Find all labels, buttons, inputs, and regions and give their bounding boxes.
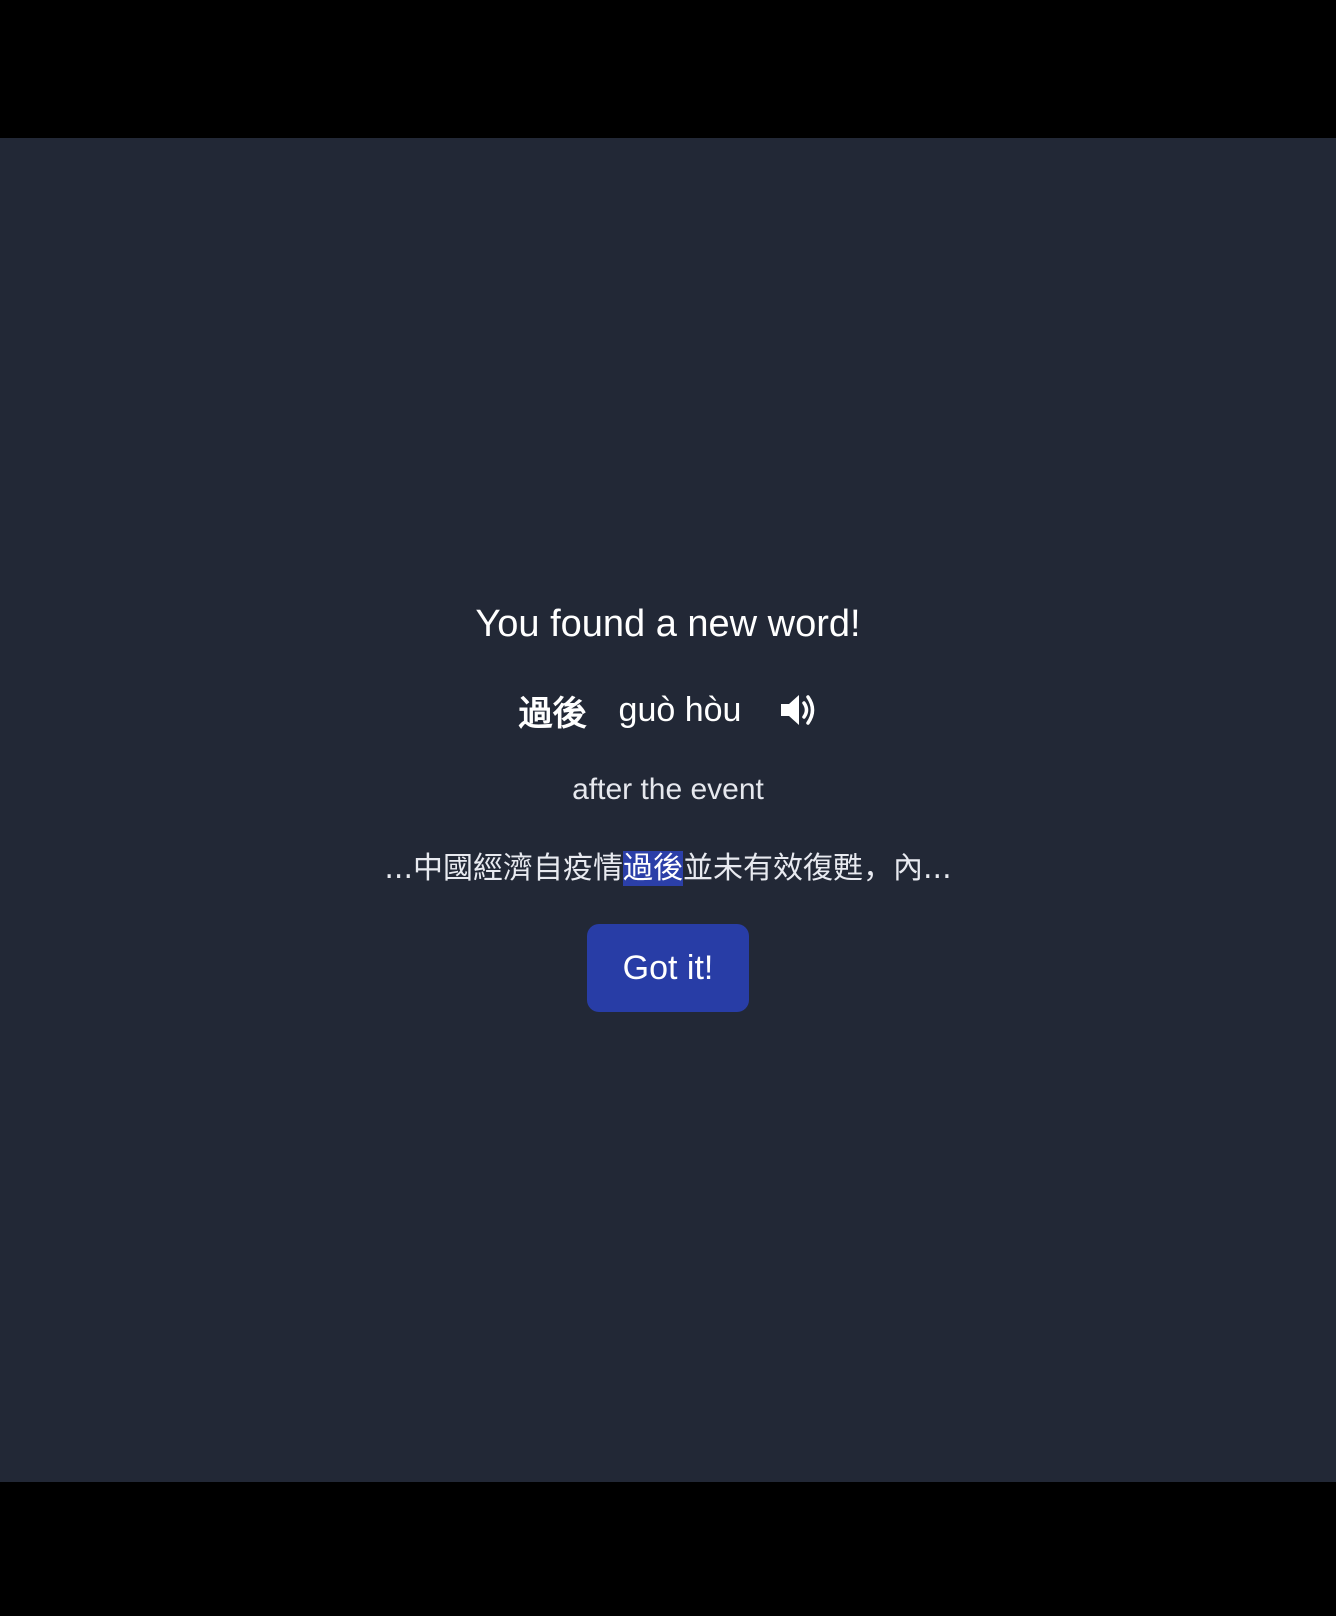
example-highlight: 過後 (623, 851, 683, 886)
example-before: ...中國經濟自疫情 (384, 851, 623, 886)
got-it-button[interactable]: Got it! (587, 924, 749, 1012)
word-hanzi: 過後 (518, 693, 587, 734)
word-meaning: after the event (572, 773, 764, 806)
app-viewport: You found a new word! 過後 guò hòu after t… (0, 138, 1336, 1482)
speaker-icon[interactable] (777, 690, 817, 730)
example-after: 並未有效復甦，內... (683, 851, 952, 886)
speaker-icon-graphic (781, 695, 815, 725)
example-sentence: ...中國經濟自疫情過後並未有效復甦，內... (384, 850, 952, 888)
dialog-headline: You found a new word! (475, 603, 861, 645)
word-pinyin: guò hòu (618, 690, 742, 729)
word-row: 過後 guò hòu (518, 688, 818, 734)
new-word-dialog: You found a new word! 過後 guò hòu after t… (0, 602, 1336, 1012)
